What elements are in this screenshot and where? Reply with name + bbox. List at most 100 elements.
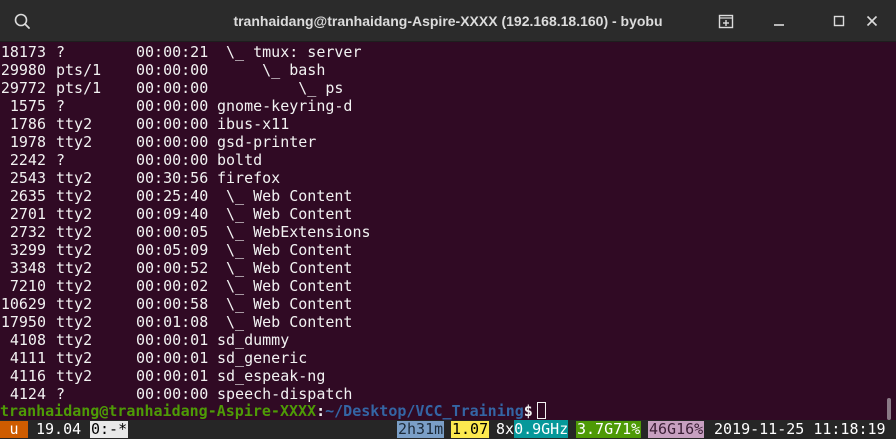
- process-pid: 2732: [9, 223, 46, 241]
- text-cursor: [536, 402, 546, 419]
- close-icon[interactable]: [860, 9, 884, 33]
- process-tty: ?: [56, 43, 66, 61]
- cpu-frequency: 0.9GHz: [514, 420, 569, 438]
- process-time: 00:00:00: [136, 79, 209, 97]
- process-tty: ?: [56, 385, 66, 403]
- process-command: \_ WebExtensions: [217, 223, 371, 241]
- process-time: 00:00:00: [136, 133, 209, 151]
- process-tty: pts/1: [56, 61, 102, 79]
- process-time: 00:00:02: [136, 277, 209, 295]
- process-tty: tty2: [56, 331, 93, 349]
- prompt-user-host: tranhaidang@tranhaidang-Aspire-XXXX: [0, 402, 317, 420]
- process-command: \_ ps: [217, 79, 344, 97]
- process-command: sd_dummy: [217, 331, 290, 349]
- process-command: sd_generic: [217, 349, 308, 367]
- uptime-indicator: 2h31m: [397, 420, 445, 438]
- process-pid: 4108: [9, 331, 46, 349]
- process-pid: 1786: [9, 115, 46, 133]
- process-command: \_ Web Content: [217, 313, 353, 331]
- process-command: \_ Web Content: [217, 295, 353, 313]
- terminal-output[interactable]: 18173? 00:00:21 \_ tmux: server 29980 pts/1…: [0, 42, 896, 420]
- process-time: 00:05:09: [136, 241, 209, 259]
- process-command: ibus-x11: [217, 115, 290, 133]
- process-tty: tty2: [56, 313, 93, 331]
- title-bar: tranhaidang@tranhaidang-Aspire-XXXX (192…: [0, 0, 896, 42]
- process-time: 00:00:01: [136, 367, 209, 385]
- disk-usage: 46G16%: [648, 420, 705, 438]
- process-pid: 1575: [9, 97, 46, 115]
- process-time: 00:00:01: [136, 331, 209, 349]
- process-pid: 4116: [9, 367, 46, 385]
- process-pid: 4124: [9, 385, 46, 403]
- process-pid: 10629: [0, 295, 46, 313]
- window-indicator[interactable]: 0:-*: [90, 421, 129, 438]
- process-time: 00:00:01: [136, 349, 209, 367]
- process-tty: tty2: [56, 223, 93, 241]
- process-pid: 17950: [0, 313, 46, 331]
- byobu-status-bar: u 19.04 0:-* 2h31m 1.07 8x0.9GHz 3.7G71%…: [0, 420, 896, 439]
- minimize-icon[interactable]: [767, 9, 791, 33]
- process-pid: 1978: [9, 133, 46, 151]
- process-pid: 2701: [9, 205, 46, 223]
- process-time: 00:00:21: [136, 43, 209, 61]
- process-command: \_ Web Content: [217, 241, 353, 259]
- process-command: \_ Web Content: [217, 187, 353, 205]
- process-tty: tty2: [56, 115, 93, 133]
- scrollbar-thumb[interactable]: [887, 398, 891, 420]
- shell-prompt[interactable]: tranhaidang@tranhaidang-Aspire-XXXX:~/De…: [0, 402, 546, 420]
- process-command: \_ Web Content: [217, 205, 353, 223]
- process-time: 00:00:00: [136, 61, 209, 79]
- load-average: 1.07: [451, 420, 490, 438]
- process-pid: 3299: [9, 241, 46, 259]
- process-command: \_ Web Content: [217, 259, 353, 277]
- process-pid: 2635: [9, 187, 46, 205]
- process-tty: pts/1: [56, 79, 102, 97]
- process-command: sd_espeak-ng: [217, 367, 326, 385]
- prompt-path: ~/Desktop/VCC_Training: [325, 402, 524, 420]
- process-pid: 29980: [0, 61, 46, 79]
- process-pid: 29772: [0, 79, 46, 97]
- process-time: 00:00:00: [136, 151, 209, 169]
- process-command: \_ bash: [217, 61, 326, 79]
- process-command: gnome-keyring-d: [217, 97, 353, 115]
- process-tty: tty2: [56, 187, 93, 205]
- window-title: tranhaidang@tranhaidang-Aspire-XXXX (192…: [233, 13, 663, 29]
- process-tty: tty2: [56, 133, 93, 151]
- process-tty: tty2: [56, 277, 93, 295]
- ubuntu-logo-badge: u: [0, 421, 28, 438]
- process-command: \_ tmux: server: [217, 43, 362, 61]
- process-tty: tty2: [56, 367, 93, 385]
- process-time: 00:01:08: [136, 313, 209, 331]
- process-command: boltd: [217, 151, 263, 169]
- process-tty: tty2: [56, 241, 93, 259]
- prompt-dollar: $: [523, 402, 533, 420]
- process-command: \_ Web Content: [217, 277, 353, 295]
- process-pid: 2543: [9, 169, 46, 187]
- process-time: 00:25:40: [136, 187, 209, 205]
- prompt-colon: :: [316, 402, 326, 420]
- process-time: 00:00:00: [136, 97, 209, 115]
- process-time: 00:00:52: [136, 259, 209, 277]
- process-command: firefox: [217, 169, 281, 187]
- process-tty: tty2: [56, 349, 93, 367]
- process-command: gsd-printer: [217, 133, 317, 151]
- process-tty: tty2: [56, 205, 93, 223]
- process-time: 00:00:00: [136, 115, 209, 133]
- process-time: 00:00:58: [136, 295, 209, 313]
- maximize-icon[interactable]: [827, 9, 851, 33]
- process-pid: 7210: [9, 277, 46, 295]
- cpu-count: 8x: [496, 420, 515, 438]
- process-command: speech-dispatch: [217, 385, 353, 403]
- process-pid: 3348: [9, 259, 46, 277]
- process-tty: tty2: [56, 259, 93, 277]
- terminal-window: tranhaidang@tranhaidang-Aspire-XXXX (192…: [0, 0, 896, 439]
- process-time: 00:00:05: [136, 223, 209, 241]
- date-time: 2019-11-25 11:18:19: [714, 420, 886, 438]
- process-tty: tty2: [56, 295, 93, 313]
- process-time: 00:00:00: [136, 385, 209, 403]
- process-pid: 4111: [9, 349, 46, 367]
- new-tab-icon[interactable]: [714, 9, 738, 33]
- process-time: 00:30:56: [136, 169, 209, 187]
- process-tty: tty2: [56, 169, 93, 187]
- memory-usage: 3.7G71%: [576, 420, 642, 438]
